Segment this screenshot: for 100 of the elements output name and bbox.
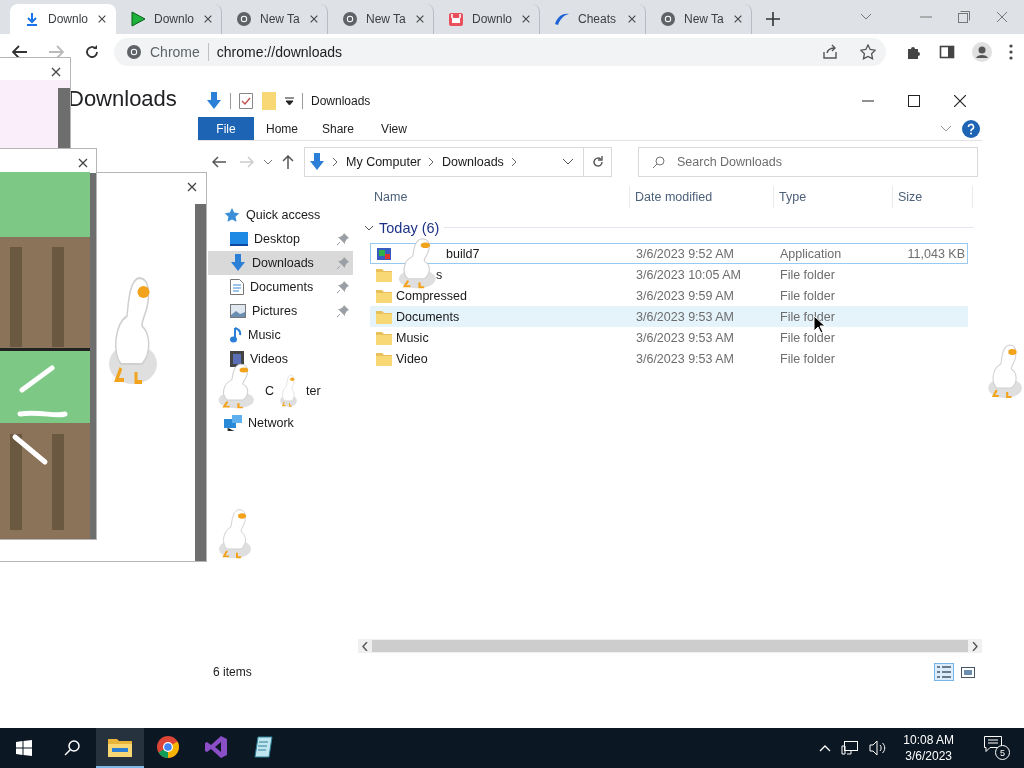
folder-icon — [376, 309, 392, 324]
chevron-down-icon[interactable] — [860, 13, 872, 21]
pin-icon[interactable] — [337, 281, 349, 293]
nav-item[interactable]: Desktop — [208, 227, 353, 251]
puzzle-icon[interactable] — [906, 44, 922, 60]
ribbon-tab[interactable]: View — [366, 117, 422, 140]
column-header[interactable]: Type — [774, 186, 893, 208]
folder-icon — [376, 330, 392, 345]
nav-item[interactable]: Documents — [208, 275, 353, 299]
nav-item[interactable]: Pictures — [208, 299, 353, 323]
film-icon — [230, 351, 244, 367]
search-field[interactable]: Search Downloads — [638, 147, 978, 177]
close-icon[interactable] — [627, 14, 637, 24]
column-header[interactable]: Date modified — [630, 186, 774, 208]
back-icon[interactable] — [212, 156, 226, 168]
visual-studio-icon — [204, 735, 228, 759]
play-icon — [130, 11, 146, 27]
file-type: File folder — [780, 267, 835, 282]
goose-drawing — [277, 372, 298, 408]
close-icon[interactable] — [733, 14, 743, 24]
clock[interactable]: 10:08 AM 3/6/2023 — [903, 732, 954, 764]
date-modified: 3/6/2023 9:59 AM — [636, 288, 734, 303]
download-icon — [24, 11, 40, 27]
breadcrumb-item[interactable]: Downloads — [442, 155, 504, 169]
close-icon[interactable] — [415, 14, 425, 24]
profile-icon[interactable] — [972, 42, 992, 62]
file-name: s — [436, 267, 443, 282]
taskbar-app[interactable] — [96, 728, 144, 768]
close-icon[interactable] — [203, 14, 213, 24]
new-tab-icon[interactable] — [766, 12, 780, 26]
chevron-up-icon[interactable] — [819, 744, 832, 752]
window-title: Downloads — [311, 94, 371, 108]
group-header[interactable]: Today (6) — [379, 219, 440, 236]
menu-icon[interactable] — [1009, 44, 1013, 60]
breadcrumb-item[interactable]: My Computer — [346, 155, 422, 169]
date-modified: 3/6/2023 9:53 AM — [636, 351, 734, 366]
chrome-icon — [236, 11, 252, 27]
file-row[interactable]: Music 3/6/2023 9:53 AM File folder — [370, 327, 968, 348]
chevron-down-icon[interactable] — [264, 159, 272, 165]
file-name: Video — [396, 351, 428, 366]
ribbon-tab[interactable]: Share — [310, 117, 366, 140]
file-type: File folder — [780, 288, 835, 303]
picture-icon — [230, 304, 246, 318]
file-row[interactable]: build7 3/6/2023 9:52 AM Application 11,043 KB — [370, 243, 968, 264]
pin-icon[interactable] — [337, 233, 349, 245]
address-field[interactable]: My Computer Downloads — [304, 147, 584, 177]
close-icon[interactable] — [50, 66, 62, 78]
nav-item[interactable]: Music — [208, 323, 353, 347]
network-icon[interactable] — [841, 740, 860, 756]
ribbon-tab[interactable]: Home — [254, 117, 310, 140]
address-bar[interactable]: Chrome chrome://downloads — [114, 38, 886, 66]
nav-item[interactable]: Network — [208, 411, 353, 435]
horizontal-scrollbar[interactable] — [358, 639, 982, 653]
download-icon[interactable] — [206, 92, 222, 110]
back-icon[interactable] — [12, 45, 28, 59]
file-row[interactable]: Documents 3/6/2023 9:53 AM File folder — [370, 306, 968, 327]
pin-icon[interactable] — [337, 305, 349, 317]
maximize-icon[interactable] — [908, 95, 920, 107]
side-panel-icon[interactable] — [939, 44, 955, 60]
close-icon[interactable] — [954, 95, 966, 107]
nav-item[interactable]: Videos — [208, 347, 353, 371]
nav-item[interactable]: C ter — [208, 379, 353, 403]
nav-item[interactable]: Quick access — [208, 203, 353, 227]
help-icon[interactable] — [962, 119, 980, 138]
dropdown-icon[interactable] — [285, 96, 294, 106]
up-icon[interactable] — [282, 155, 294, 169]
star-icon[interactable] — [860, 44, 876, 60]
notification-button[interactable]: 5 — [984, 736, 1010, 760]
item-count: 6 items — [213, 665, 252, 679]
volume-icon[interactable] — [869, 740, 888, 756]
ribbon-tab[interactable]: File — [198, 117, 254, 140]
browser-tab[interactable]: Downlo — [10, 4, 116, 34]
details-view-button[interactable] — [934, 663, 954, 681]
url-text: chrome://downloads — [216, 44, 344, 60]
scrollbar-track — [58, 88, 70, 149]
chevron-right-icon — [333, 158, 338, 166]
reload-icon[interactable] — [84, 44, 100, 60]
folder-icon — [376, 267, 392, 282]
nav-item[interactable]: Downloads — [208, 251, 353, 275]
close-icon[interactable] — [521, 14, 531, 24]
column-header[interactable]: Name — [358, 186, 630, 208]
network-icon — [224, 415, 242, 431]
file-type: File folder — [780, 351, 835, 366]
date-modified: 3/6/2023 9:53 AM — [636, 309, 734, 324]
restore-icon[interactable] — [958, 11, 970, 23]
file-name: Compressed — [396, 288, 467, 303]
close-icon[interactable] — [97, 14, 107, 24]
share-icon[interactable] — [822, 44, 838, 60]
column-header[interactable]: Size — [893, 186, 973, 208]
file-row[interactable]: Compressed 3/6/2023 9:59 AM File folder — [370, 285, 968, 306]
close-icon[interactable] — [186, 181, 198, 193]
close-icon[interactable] — [309, 14, 319, 24]
file-row[interactable]: Video 3/6/2023 9:53 AM File folder — [370, 348, 968, 369]
download-icon — [230, 254, 246, 272]
close-icon[interactable] — [77, 157, 89, 169]
file-row[interactable]: s 3/6/2023 10:05 AM File folder — [370, 264, 968, 285]
refresh-icon[interactable] — [590, 155, 605, 169]
site-label: Chrome — [150, 44, 200, 60]
date-modified: 3/6/2023 9:52 AM — [636, 246, 734, 261]
properties-icon[interactable] — [239, 93, 253, 109]
